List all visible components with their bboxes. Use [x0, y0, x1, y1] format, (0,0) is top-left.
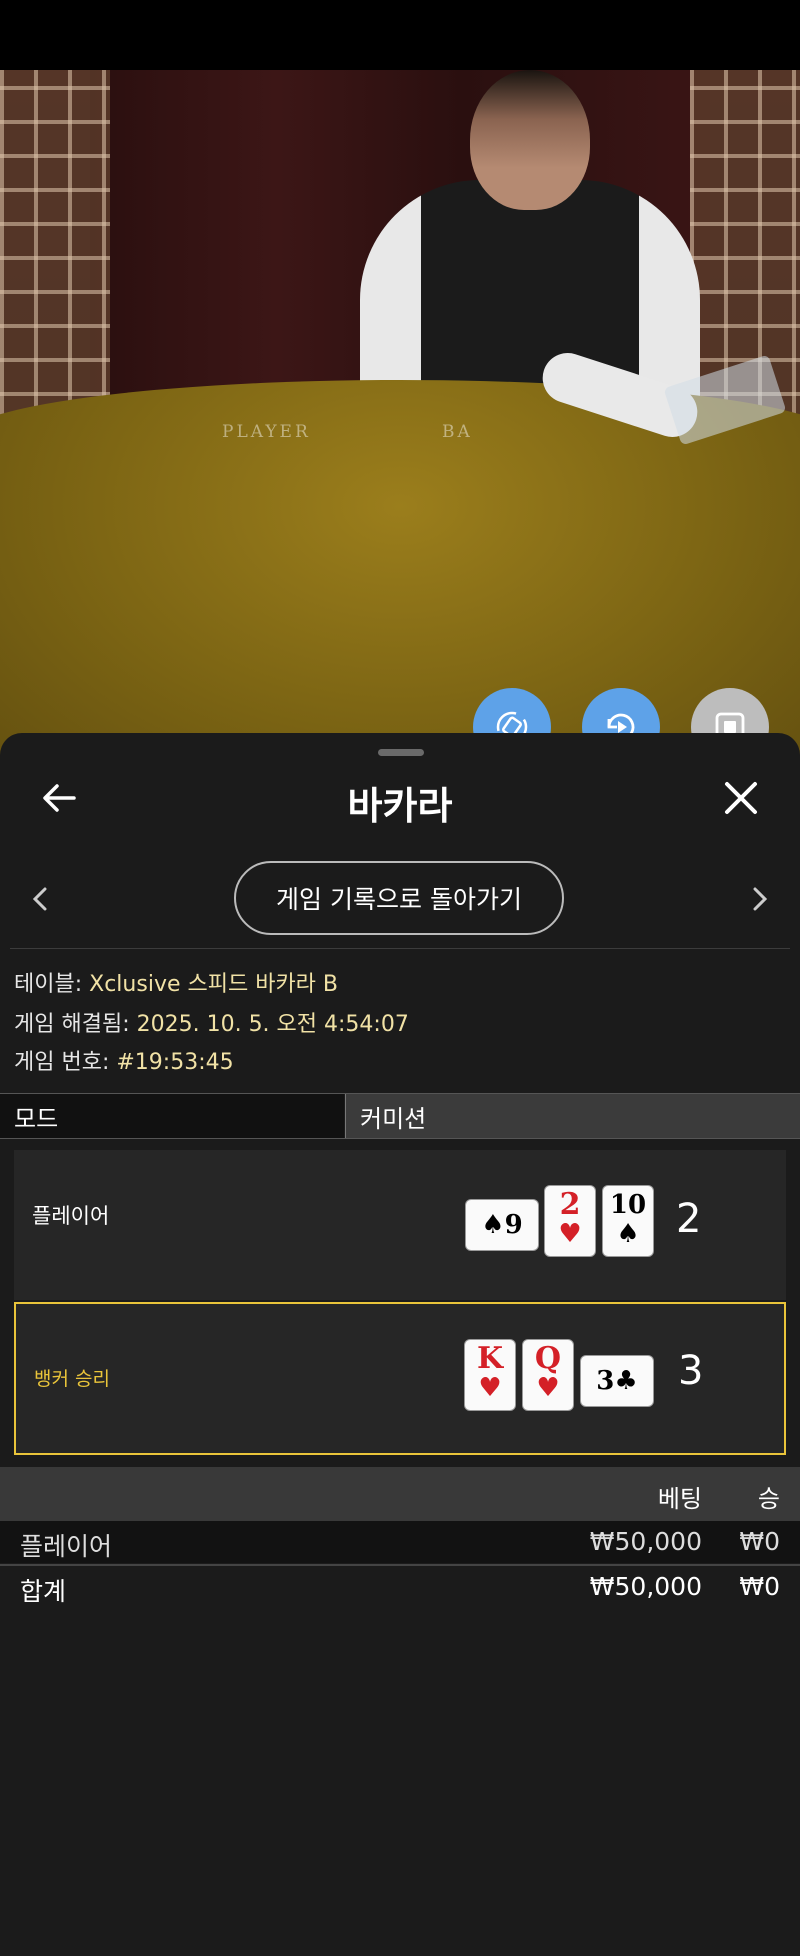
player-card-1: ♠9	[466, 1200, 538, 1250]
felt-label-banker: BA	[442, 422, 473, 442]
player-card-3: 10 ♠	[603, 1186, 653, 1256]
total-label: 합계	[20, 1577, 67, 1606]
info-resolved-label: 게임 해결됨:	[14, 1012, 130, 1037]
info-game-number-value: #19:53:45	[116, 1050, 234, 1075]
total-bet: ₩50,000	[589, 1572, 702, 1601]
win-amount: ₩0	[739, 1527, 780, 1556]
banker-hand-label: 뱅커 승리	[34, 1368, 110, 1390]
banker-hand: 뱅커 승리 K ♥ Q ♥ 3♣ 3	[14, 1302, 786, 1455]
bets-table-header: 베팅 승	[0, 1467, 800, 1521]
felt-label-player: PLAYER	[222, 422, 311, 442]
total-row: 합계 ₩50,000 ₩0	[0, 1564, 800, 1608]
player-hand-label: 플레이어	[32, 1204, 110, 1228]
info-table-label: 테이블:	[14, 972, 83, 997]
win-column-header: 승	[757, 1485, 780, 1513]
back-to-history-button[interactable]: 게임 기록으로 돌아가기	[234, 861, 564, 935]
previous-game-button[interactable]	[20, 879, 60, 919]
info-table: 테이블: Xclusive 스피드 바카라 B	[14, 966, 338, 998]
dealer-head	[470, 70, 590, 210]
bet-amount: ₩50,000	[589, 1527, 702, 1556]
tab-mode[interactable]: 모드	[0, 1094, 344, 1138]
status-bar	[0, 0, 800, 70]
card-rank: K	[476, 1341, 504, 1376]
total-win: ₩0	[739, 1572, 780, 1601]
card-suit: ♥	[536, 1373, 560, 1403]
bet-column-header: 베팅	[657, 1485, 702, 1513]
chevron-right-icon	[753, 887, 768, 911]
info-game-number-label: 게임 번호:	[14, 1050, 110, 1075]
page-title: 바카라	[347, 784, 453, 828]
player-hand: 플레이어 ♠9 2 ♥ 10 ♠ 2	[14, 1150, 786, 1300]
card-rank: 3	[596, 1366, 615, 1396]
panel-header: 바카라	[0, 763, 800, 833]
close-icon	[725, 782, 757, 814]
card-suit: ♥	[478, 1373, 502, 1403]
banker-card-1: K ♥	[465, 1340, 515, 1410]
live-video: PLAYER BA	[0, 70, 800, 770]
lattice-left	[0, 70, 110, 430]
card-rank: 9	[504, 1210, 523, 1240]
info-game-number: 게임 번호: #19:53:45	[14, 1044, 234, 1076]
card-rank: 2	[559, 1187, 581, 1222]
card-rank: 10	[609, 1190, 647, 1220]
info-resolved: 게임 해결됨: 2025. 10. 5. 오전 4:54:07	[14, 1006, 409, 1038]
banker-score: 3	[678, 1348, 704, 1394]
player-card-2: 2 ♥	[545, 1186, 595, 1256]
card-rank: Q	[534, 1341, 562, 1376]
chevron-left-icon	[32, 887, 47, 911]
card-suit: ♠	[481, 1210, 505, 1240]
table-row: 플레이어 ₩50,000 ₩0	[0, 1521, 800, 1563]
banker-card-2: Q ♥	[523, 1340, 573, 1410]
player-score: 2	[676, 1196, 702, 1242]
divider	[10, 948, 790, 949]
game-navigation: 게임 기록으로 돌아가기	[0, 859, 800, 939]
info-resolved-value: 2025. 10. 5. 오전 4:54:07	[136, 1012, 409, 1037]
card-suit: ♥	[558, 1219, 582, 1249]
next-game-button[interactable]	[740, 879, 780, 919]
drag-handle[interactable]	[378, 749, 424, 756]
card-suit: ♠	[616, 1219, 640, 1249]
banker-card-3: 3♣	[581, 1356, 653, 1406]
mode-tabs: 모드 커미션	[0, 1093, 800, 1139]
info-table-value: Xclusive 스피드 바카라 B	[89, 972, 339, 997]
close-button[interactable]	[716, 773, 766, 823]
bet-name: 플레이어	[20, 1532, 113, 1561]
card-suit: ♣	[614, 1366, 638, 1396]
tab-commission[interactable]: 커미션	[345, 1094, 800, 1138]
